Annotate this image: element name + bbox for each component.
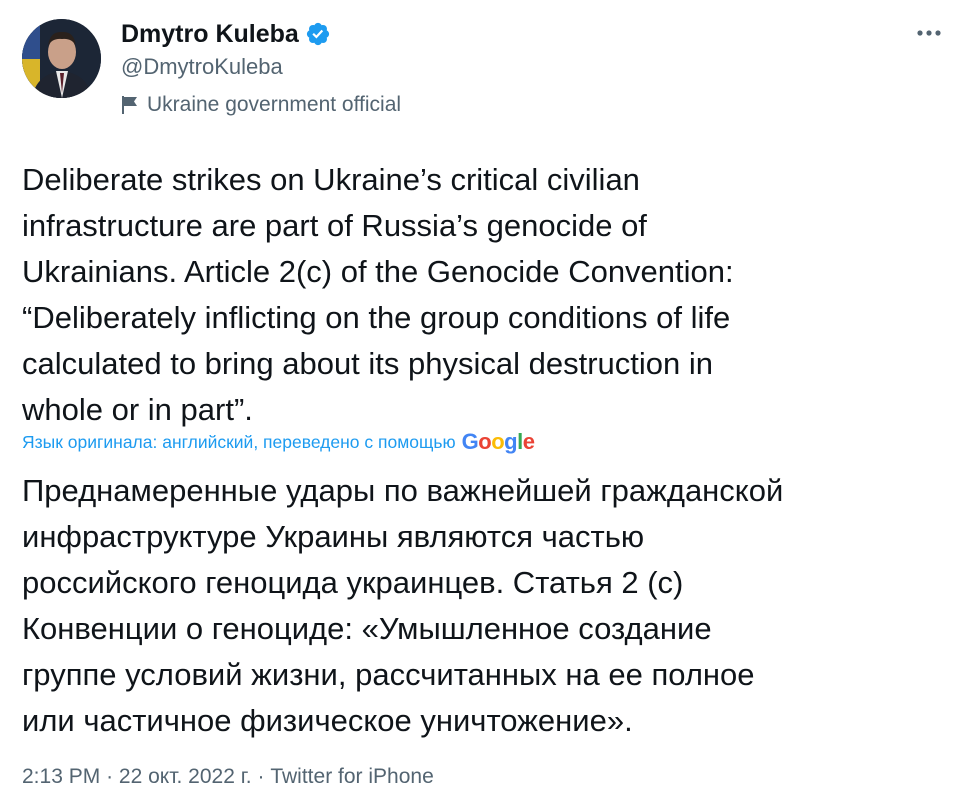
translated-text-line: российского геноцида украинцев. Статья 2… <box>22 565 684 600</box>
translated-text: Преднамеренные удары по важнейшей гражда… <box>22 468 952 744</box>
translated-text-line: Преднамеренные удары по важнейшей гражда… <box>22 473 784 508</box>
author-display-name[interactable]: Dmytro Kuleba <box>121 17 299 51</box>
translated-text-line: группе условий жизни, рассчитанных на ее… <box>22 657 755 692</box>
google-logo: Google <box>461 429 535 454</box>
government-label: Ukraine government official <box>121 91 401 119</box>
more-icon[interactable] <box>916 28 942 38</box>
tweet-meta: 2:13 PM · 22 окт. 2022 г. · Twitter for … <box>22 762 434 792</box>
tweet-text-line: calculated to bring about its physical d… <box>22 346 714 381</box>
government-label-text: Ukraine government official <box>147 93 402 116</box>
author-name-row[interactable]: Dmytro Kuleba <box>121 17 331 51</box>
verified-badge-icon <box>306 22 329 46</box>
tweet-source[interactable]: Twitter for iPhone <box>270 765 433 788</box>
tweet-date[interactable]: 22 окт. 2022 г. <box>119 765 252 788</box>
tweet-text-line: Deliberate strikes on Ukraine’s critical… <box>22 162 640 197</box>
translated-text-line: Конвенции о геноциде: «Умышленное создан… <box>22 611 712 646</box>
translation-note-text[interactable]: Язык оригинала: английский, переведено с… <box>22 430 456 454</box>
author-handle[interactable]: @DmytroKuleba <box>121 52 283 82</box>
translated-text-line: инфраструктуре Украины являются частью <box>22 519 645 554</box>
tweet-text-line: infrastructure are part of Russia’s geno… <box>22 208 647 243</box>
tweet-text-line: Ukrainians. Article 2(c) of the Genocide… <box>22 254 734 289</box>
translation-note[interactable]: Язык оригинала: английский, переведено с… <box>22 429 535 454</box>
avatar[interactable] <box>22 19 101 98</box>
translated-text-line: или частичное физическое уничтожение». <box>22 703 633 738</box>
meta-separator: · <box>257 765 265 788</box>
tweet-time[interactable]: 2:13 PM <box>22 765 100 788</box>
government-flag-icon <box>122 96 137 114</box>
tweet-text-line: “Deliberately inflicting on the group co… <box>22 300 731 335</box>
meta-separator: · <box>106 765 114 788</box>
tweet-text-line: whole or in part”. <box>22 392 253 427</box>
tweet-text: Deliberate strikes on Ukraine’s critical… <box>22 157 942 433</box>
avatar-image <box>22 19 101 98</box>
